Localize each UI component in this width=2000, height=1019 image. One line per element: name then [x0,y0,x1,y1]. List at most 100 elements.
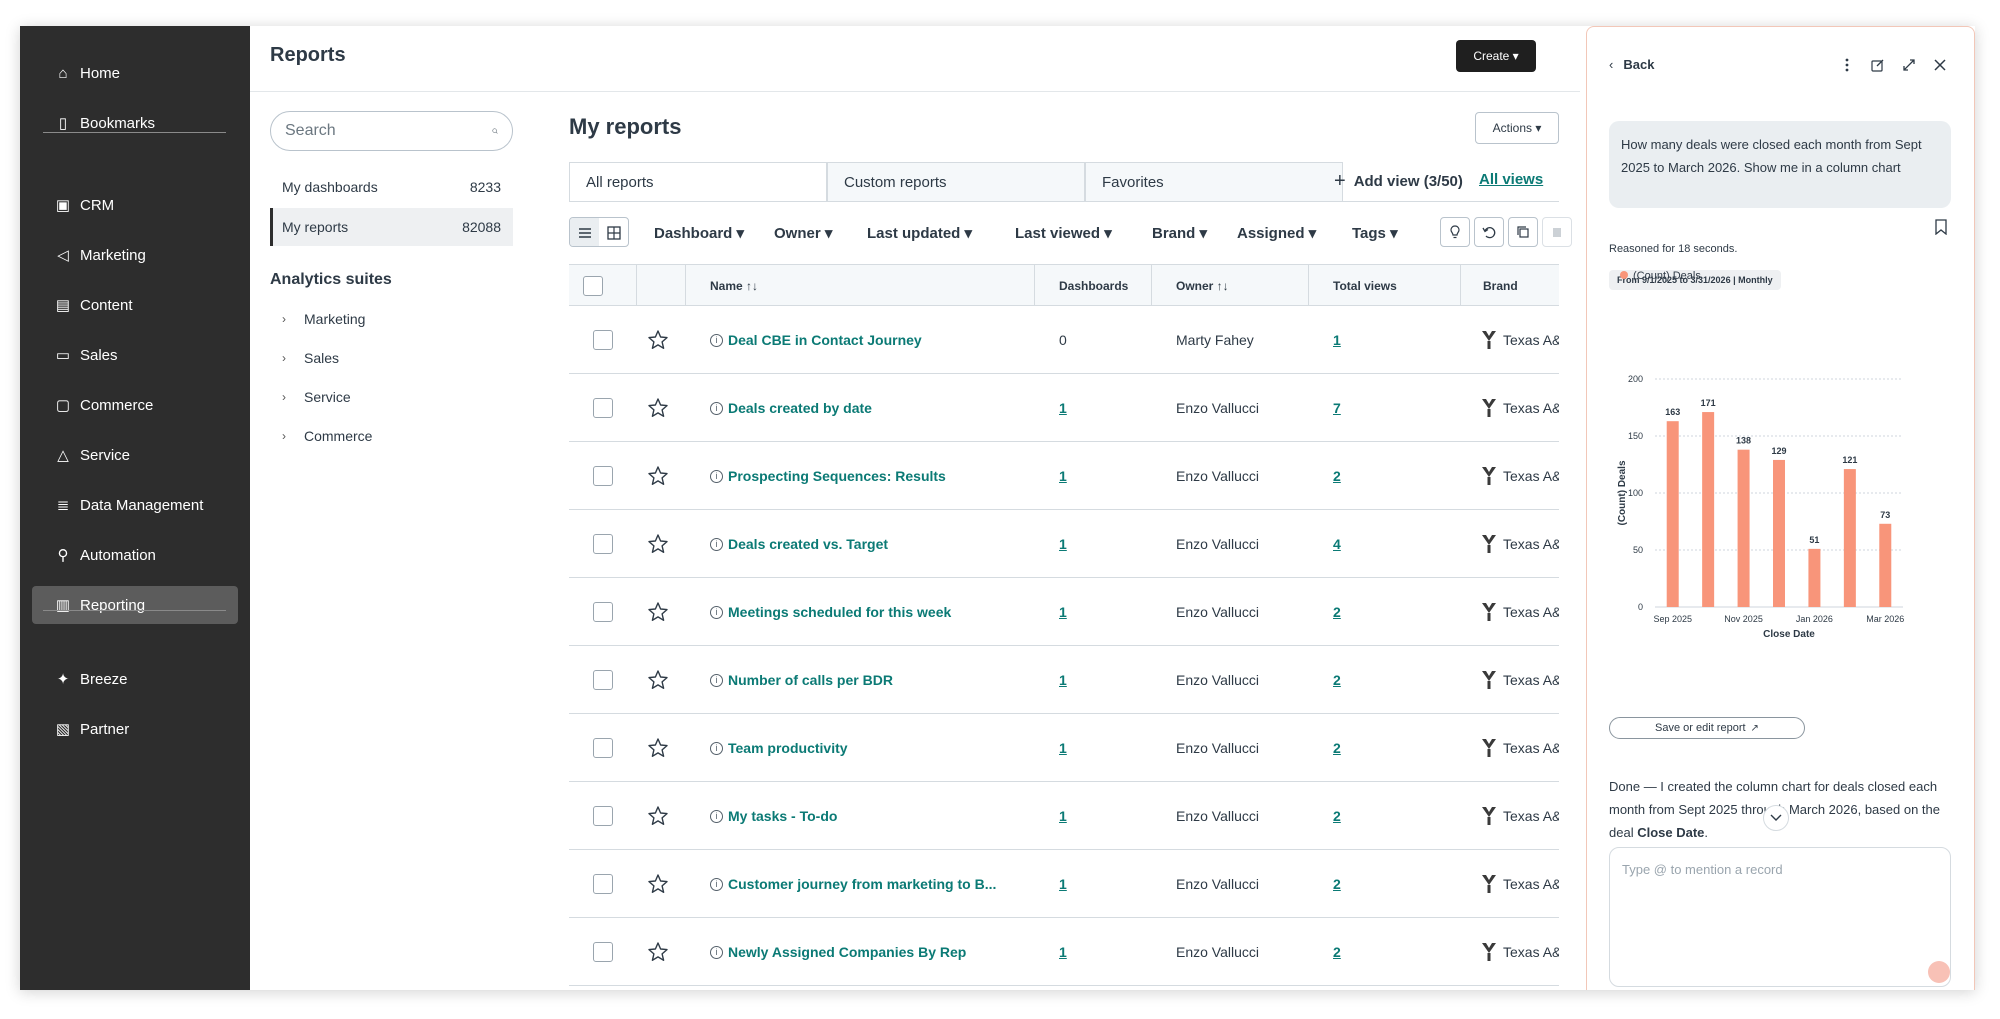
favorite-star-icon[interactable] [647,918,669,986]
row-checkbox[interactable] [593,738,613,758]
sidebar-item-marketing[interactable]: ◁ Marketing [32,236,238,274]
send-button[interactable] [1928,961,1950,983]
lightbulb-icon[interactable] [1440,217,1470,247]
total-views-link[interactable]: 2 [1333,876,1341,892]
sidebar-item-partner[interactable]: ▧ Partner [32,710,238,748]
filter-brand[interactable]: Brand ▾ [1152,224,1207,242]
bookmark-icon[interactable] [1931,217,1951,237]
total-views-link[interactable]: 2 [1333,808,1341,824]
favorite-star-icon[interactable] [647,714,669,782]
info-icon[interactable]: i [710,945,723,959]
filter-last-viewed[interactable]: Last viewed ▾ [1015,224,1112,242]
message-input[interactable] [1610,848,1950,986]
filter-last-updated[interactable]: Last updated ▾ [867,224,972,242]
total-views-link[interactable]: 2 [1333,740,1341,756]
sidebar-item-sales[interactable]: ▭ Sales [32,336,238,374]
total-views-link[interactable]: 7 [1333,400,1341,416]
total-views-link[interactable]: 2 [1333,604,1341,620]
create-button[interactable]: Create ▾ [1456,40,1536,72]
favorite-star-icon[interactable] [647,442,669,510]
select-all-checkbox[interactable] [583,275,603,296]
all-views-link[interactable]: All views [1479,171,1543,188]
info-icon[interactable]: i [710,877,723,891]
column-total-views[interactable]: Total views [1309,265,1461,306]
favorite-star-icon[interactable] [647,782,669,850]
row-checkbox[interactable] [593,874,613,894]
filter-tags[interactable]: Tags ▾ [1352,224,1398,242]
info-icon[interactable]: i [710,809,723,823]
report-name-link[interactable]: Team productivity [728,740,848,756]
grid-view-icon[interactable] [599,218,628,246]
dashboards-count[interactable]: 1 [1059,468,1067,484]
total-views-link[interactable]: 2 [1333,944,1341,960]
info-icon[interactable]: i [710,333,723,347]
row-checkbox[interactable] [593,466,613,486]
info-icon[interactable]: i [710,741,723,755]
dashboards-count[interactable]: 1 [1059,604,1067,620]
column-name[interactable]: Name ↑↓ [686,265,1035,306]
sidebar-item-bookmarks[interactable]: ▯ Bookmarks [32,104,238,142]
info-icon[interactable]: i [710,401,723,415]
total-views-link[interactable]: 4 [1333,536,1341,552]
filter-assigned[interactable]: Assigned ▾ [1237,224,1316,242]
report-name-link[interactable]: Deals created vs. Target [728,536,888,552]
info-icon[interactable]: i [710,537,723,551]
list-view-icon[interactable] [570,218,599,246]
info-icon[interactable]: i [710,673,723,687]
dashboards-count[interactable]: 1 [1059,876,1067,892]
dashboards-count[interactable]: 1 [1059,808,1067,824]
sidebar-item-commerce[interactable]: ▢ Commerce [32,386,238,424]
scroll-down-button[interactable] [1763,805,1789,831]
suite-sales[interactable]: › Sales [282,350,339,366]
report-name-link[interactable]: Number of calls per BDR [728,672,893,688]
row-checkbox[interactable] [593,534,613,554]
row-checkbox[interactable] [593,670,613,690]
report-name-link[interactable]: Meetings scheduled for this week [728,604,951,620]
info-icon[interactable]: i [710,605,723,619]
expand-icon[interactable] [1899,55,1919,75]
report-name-link[interactable]: Deal CBE in Contact Journey [728,332,922,348]
sidebar-item-home[interactable]: ⌂ Home [32,54,238,92]
search-input[interactable] [285,122,492,140]
sidebar-item-reporting[interactable]: ▥ Reporting [32,586,238,624]
suite-marketing[interactable]: › Marketing [282,311,365,327]
column-dashboards[interactable]: Dashboards [1035,265,1152,306]
actions-button[interactable]: Actions ▾ [1475,112,1559,144]
dashboards-count[interactable]: 1 [1059,400,1067,416]
column-brand[interactable]: Brand [1461,265,1559,306]
favorite-star-icon[interactable] [647,850,669,918]
my-reports-link[interactable]: My reports 82088 [270,208,513,246]
dashboards-count[interactable]: 1 [1059,740,1067,756]
report-name-link[interactable]: Customer journey from marketing to B... [728,876,996,892]
copy-icon[interactable] [1508,217,1538,247]
filter-owner[interactable]: Owner ▾ [774,224,832,242]
back-button[interactable]: ‹ Back [1609,57,1654,72]
message-composer[interactable] [1609,847,1951,987]
filter-dashboard[interactable]: Dashboard ▾ [654,224,744,242]
total-views-link[interactable]: 2 [1333,672,1341,688]
my-dashboards-link[interactable]: My dashboards 8233 [270,168,513,206]
search-box[interactable] [270,111,513,151]
dashboards-count[interactable]: 1 [1059,672,1067,688]
dashboards-count[interactable]: 1 [1059,944,1067,960]
new-chat-icon[interactable] [1868,55,1888,75]
suite-commerce[interactable]: › Commerce [282,428,372,444]
save-report-button[interactable]: Save or edit report ↗ [1609,717,1805,739]
sidebar-item-content[interactable]: ▤ Content [32,286,238,324]
sidebar-item-automation[interactable]: ⚲ Automation [32,536,238,574]
close-icon[interactable] [1930,55,1950,75]
favorite-star-icon[interactable] [647,510,669,578]
tab-favorites[interactable]: Favorites [1085,162,1343,202]
delete-icon[interactable] [1542,217,1572,247]
sidebar-item-data-management[interactable]: ≣ Data Management [32,486,238,524]
suite-service[interactable]: › Service [282,389,351,405]
sidebar-item-crm[interactable]: ▣ CRM [32,186,238,224]
search-icon[interactable] [492,123,498,139]
more-options-icon[interactable] [1837,55,1857,75]
sidebar-item-breeze[interactable]: ✦ Breeze [32,660,238,698]
total-views-link[interactable]: 1 [1333,332,1341,348]
report-name-link[interactable]: Deals created by date [728,400,872,416]
sidebar-item-service[interactable]: △ Service [32,436,238,474]
row-checkbox[interactable] [593,398,613,418]
tab-all-reports[interactable]: All reports [569,162,827,202]
